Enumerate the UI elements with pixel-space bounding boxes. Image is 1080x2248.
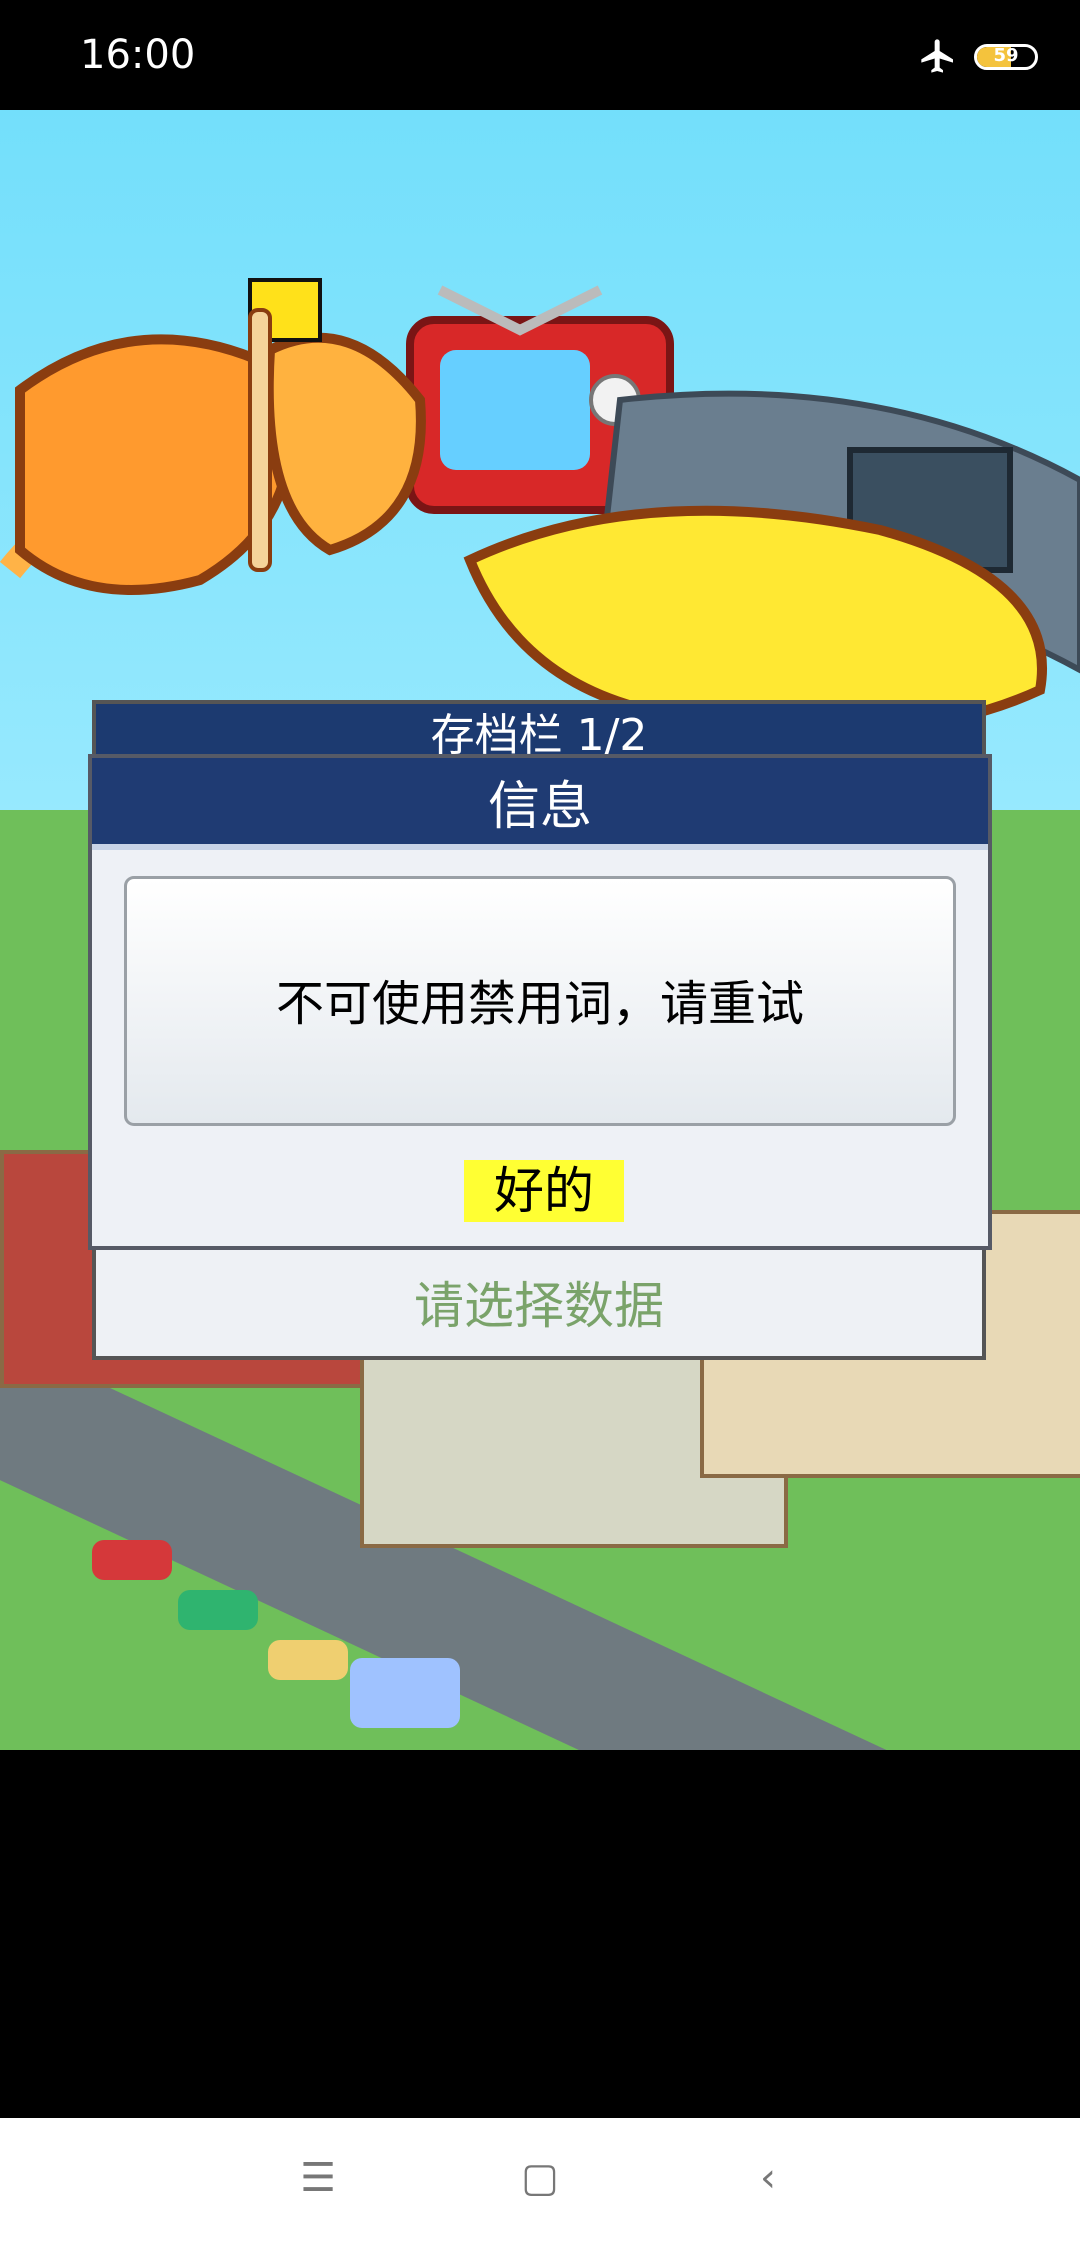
dialog-header: 信息: [92, 758, 988, 850]
navigation-bar: ☰ ▢ ‹: [0, 2118, 1080, 2248]
dialog-message: 不可使用禁用词，请重试: [124, 876, 956, 1126]
home-icon[interactable]: ▢: [520, 2158, 560, 2198]
letterbox-band: [0, 1950, 1080, 2118]
info-dialog: 信息 不可使用禁用词，请重试 好的: [88, 754, 992, 1250]
status-bar: 16:00 59: [0, 0, 1080, 110]
battery-icon: 59: [974, 44, 1038, 70]
save-panel-hint: 请选择数据: [414, 1277, 664, 1335]
game-screen[interactable]: 存档栏 1/2 请选择数据 信息 不可使用禁用词，请重试 好的 返回: [0, 110, 1080, 1750]
ok-button[interactable]: 好的: [464, 1160, 624, 1222]
car: [178, 1590, 258, 1630]
menu-icon[interactable]: ☰: [298, 2158, 338, 2198]
back-icon[interactable]: ‹: [748, 2158, 788, 2198]
airplane-icon: [921, 39, 953, 73]
car: [268, 1640, 348, 1680]
car: [350, 1658, 460, 1728]
car: [92, 1540, 172, 1580]
status-time: 16:00: [80, 32, 196, 78]
battery-level: 59: [993, 45, 1019, 66]
dialog-title: 信息: [487, 777, 592, 837]
